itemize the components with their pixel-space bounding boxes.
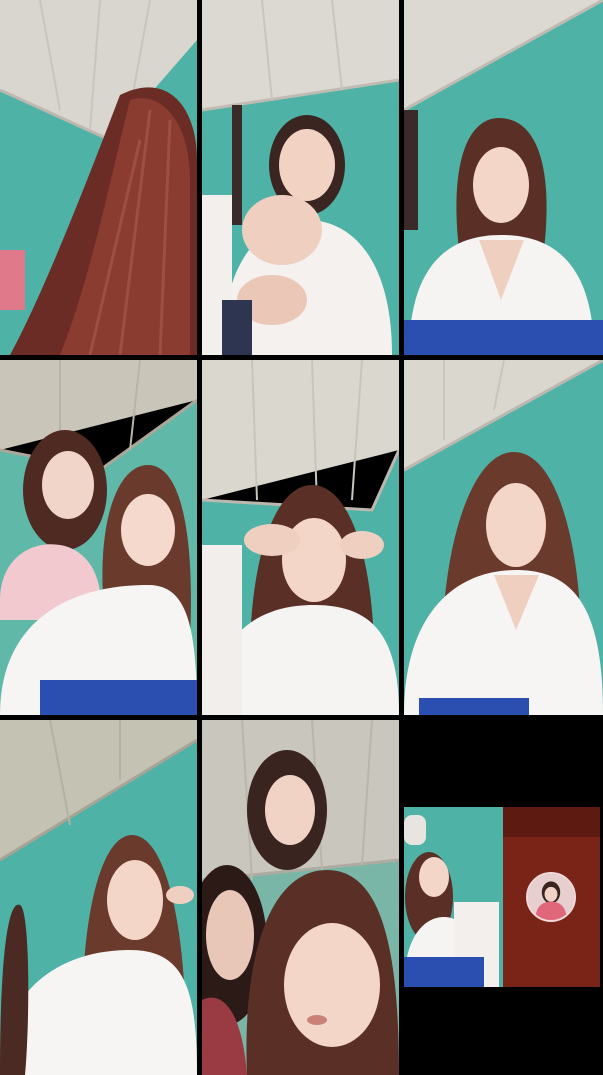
video-frame [0,0,197,355]
video-tile-4[interactable] [0,360,197,715]
video-frame [202,0,399,355]
video-call-grid [0,0,603,1075]
video-frame [404,360,603,715]
video-tile-7[interactable] [0,720,197,1075]
video-frame [404,807,503,987]
video-frame [0,360,197,715]
video-tile-8[interactable] [202,720,399,1075]
video-tile-5[interactable] [202,360,399,715]
profile-avatar-icon[interactable] [526,872,576,922]
video-frame [202,720,399,1075]
video-frame [0,720,197,1075]
video-tile-2[interactable] [202,0,399,355]
video-frame [202,360,399,715]
video-frame [404,0,603,355]
self-view-video[interactable] [404,807,503,987]
video-tile-3[interactable] [404,0,603,355]
video-tile-6[interactable] [404,360,603,715]
video-tile-1[interactable] [0,0,197,355]
